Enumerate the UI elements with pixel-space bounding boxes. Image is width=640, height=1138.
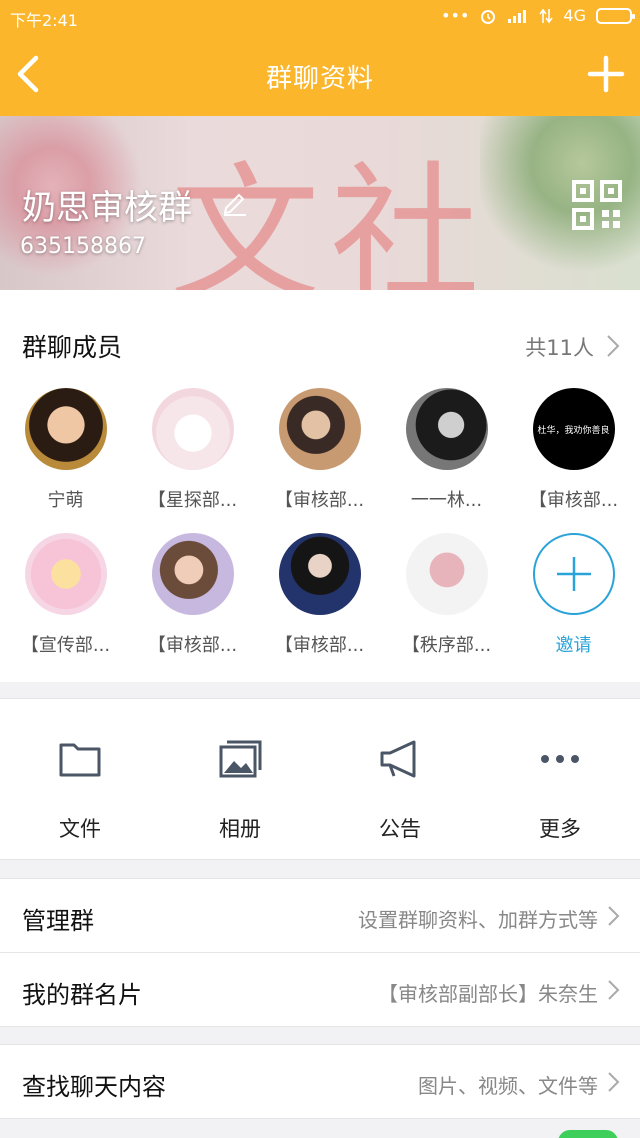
member-name: 【星探部...: [147, 490, 238, 511]
megaphone-icon: [380, 740, 416, 778]
member-item[interactable]: 【星探部...: [129, 388, 256, 512]
member-avatar: [151, 533, 234, 615]
page-title: 群聊资料: [265, 64, 374, 94]
status-bar: 下午2:41 ••• 4G: [0, 0, 640, 34]
search-chat-value: 图片、视频、文件等: [418, 1074, 598, 1098]
member-item[interactable]: 【审核部...: [256, 388, 383, 512]
edit-pencil-icon[interactable]: [222, 188, 248, 216]
my-group-card-label: 我的群名片: [22, 981, 142, 1009]
toggle-switch[interactable]: [558, 1130, 618, 1138]
members-count[interactable]: 共11人: [525, 332, 594, 362]
member-name: 【审核部...: [274, 490, 365, 511]
member-item[interactable]: 【审核部...: [256, 533, 383, 657]
quick-actions: 文件 相册 公告 更多: [0, 698, 640, 860]
my-group-card-row[interactable]: 我的群名片 【审核部副部长】朱奈生: [0, 953, 640, 1027]
search-list: 查找聊天内容 图片、视频、文件等: [0, 1044, 640, 1119]
member-item[interactable]: 一一林...: [383, 388, 510, 512]
more-button[interactable]: 更多: [480, 699, 640, 861]
member-name: 【审核部...: [147, 635, 238, 656]
group-id: 635158867: [20, 234, 146, 259]
members-title: 群聊成员: [22, 333, 123, 362]
status-time: 下午2:41: [10, 11, 78, 30]
member-name: 一一林...: [410, 490, 483, 511]
files-button[interactable]: 文件: [0, 699, 160, 861]
member-name: 【秩序部...: [401, 635, 492, 656]
banner-artwork-text: 文社: [170, 149, 491, 290]
member-avatar: 杜华，我劝你善良: [532, 388, 615, 470]
member-item[interactable]: 宁萌: [2, 388, 129, 512]
invite-button[interactable]: 邀请: [510, 533, 637, 657]
member-avatar: [24, 533, 107, 615]
member-avatar: [405, 533, 488, 615]
folder-icon: [59, 743, 101, 777]
title-bar: 群聊资料: [0, 34, 640, 116]
manage-group-value: 设置群聊资料、加群方式等: [358, 908, 598, 932]
chevron-right-icon: [608, 1072, 620, 1092]
chevron-right-icon: [608, 980, 620, 1000]
search-chat-row[interactable]: 查找聊天内容 图片、视频、文件等: [0, 1045, 640, 1119]
status-icons: ••• 4G: [441, 6, 635, 25]
album-label: 相册: [219, 817, 261, 841]
album-icon: [219, 740, 262, 778]
member-avatar: [278, 533, 361, 615]
avatar-text: 杜华，我劝你善良: [537, 425, 610, 436]
member-avatar: [151, 388, 234, 470]
album-button[interactable]: 相册: [160, 699, 320, 861]
chevron-right-icon[interactable]: [606, 334, 620, 358]
manage-group-row[interactable]: 管理群 设置群聊资料、加群方式等: [0, 879, 640, 953]
add-icon[interactable]: [586, 54, 626, 94]
group-banner[interactable]: 文社 奶思审核群 635158867: [0, 116, 640, 290]
network-type: 4G: [563, 6, 586, 25]
member-avatar: [24, 388, 107, 470]
chevron-right-icon: [608, 906, 620, 926]
settings-list: 管理群 设置群聊资料、加群方式等 我的群名片 【审核部副部长】朱奈生: [0, 878, 640, 1027]
invite-label: 邀请: [555, 635, 592, 656]
my-group-card-value: 【审核部副部长】朱奈生: [378, 982, 598, 1006]
data-arrows-icon: [539, 8, 554, 23]
more-label: 更多: [539, 817, 581, 841]
plus-icon: [556, 557, 591, 591]
qr-code-icon[interactable]: [572, 180, 622, 230]
member-avatar: [405, 388, 488, 470]
announcement-button[interactable]: 公告: [320, 699, 480, 861]
invite-circle: [532, 533, 615, 615]
manage-group-label: 管理群: [22, 907, 94, 935]
member-name: 宁萌: [47, 490, 84, 511]
group-name: 奶思审核群: [22, 188, 192, 228]
member-name: 【审核部...: [528, 490, 619, 511]
member-item[interactable]: 【宣传部...: [2, 533, 129, 657]
member-item[interactable]: 杜华，我劝你善良 【审核部...: [510, 388, 637, 512]
files-label: 文件: [59, 817, 101, 841]
member-name: 【宣传部...: [20, 635, 111, 656]
signal-icon: [508, 9, 527, 23]
member-name: 【审核部...: [274, 635, 365, 656]
more-icon: [541, 755, 579, 763]
battery-icon: [596, 7, 635, 24]
dots-icon: •••: [441, 6, 470, 25]
search-chat-label: 查找聊天内容: [22, 1073, 166, 1101]
member-avatar: [278, 388, 361, 470]
member-item[interactable]: 【审核部...: [129, 533, 256, 657]
announcement-label: 公告: [379, 817, 421, 841]
alarm-icon: [481, 9, 496, 24]
group-members-section: 群聊成员 共11人 宁萌 【星探部... 【审核部... 一一林... 杜华，我…: [0, 290, 640, 682]
member-item[interactable]: 【秩序部...: [383, 533, 510, 657]
